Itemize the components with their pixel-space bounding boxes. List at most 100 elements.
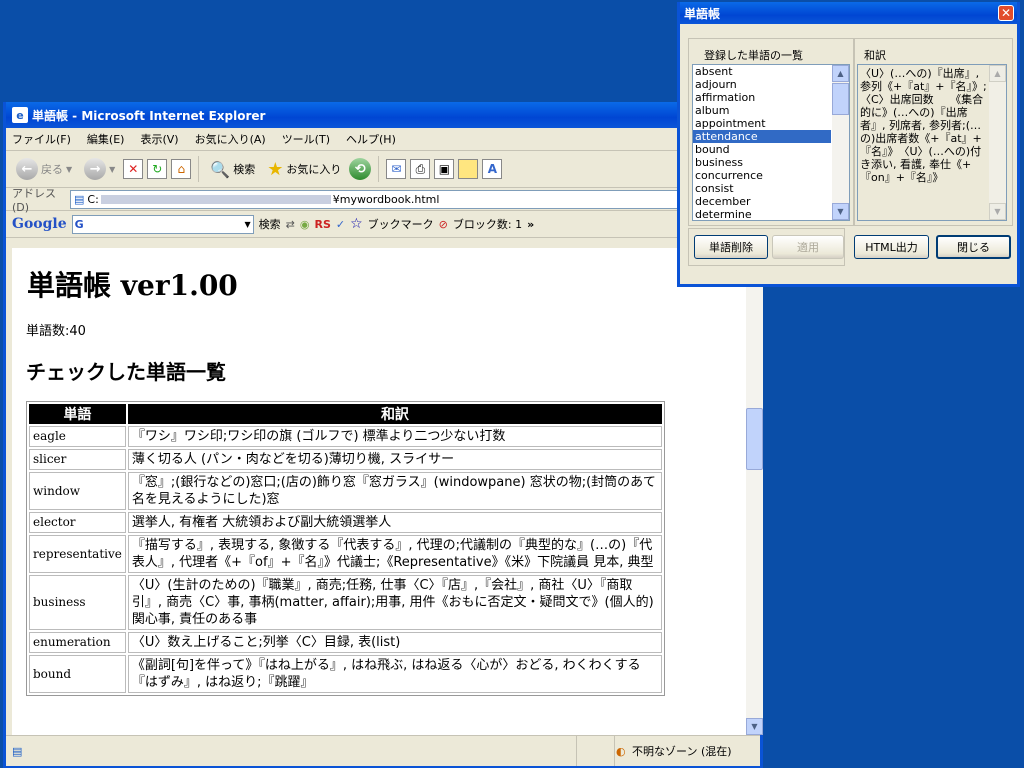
word-cell: elector <box>29 512 126 533</box>
rs-button[interactable]: RS <box>314 218 330 231</box>
list-item[interactable]: concurrence <box>693 169 831 182</box>
ie-titlebar[interactable]: e 単語帳 - Microsoft Internet Explorer <box>6 102 760 128</box>
meaning-cell: 〈U〉(生計のための)『職業』, 商売;任務, 仕事〈C〉『店』,『会社』, 商… <box>127 575 662 630</box>
status-bar: ▤ ◐ 不明なゾーン (混在) <box>6 735 760 766</box>
standard-toolbar: ← 戻る ▼ → ▼ ✕ ↻ ⌂ 🔍 検索 ★ お気に入り ⟲ ✉ ⎙ ▣ A <box>6 151 760 188</box>
list-label: 登録した単語の一覧 <box>702 47 805 63</box>
meaning-cell: 〈U〉数え上げること;列挙〈C〉目録, 表(list) <box>127 632 662 653</box>
google-search-button[interactable]: 検索 <box>259 216 281 232</box>
close-icon[interactable]: ✕ <box>998 5 1014 21</box>
translation-scrollbar[interactable]: ▲ ▼ <box>989 65 1006 220</box>
list-item[interactable]: album <box>693 104 831 117</box>
pagerank-icon[interactable]: ◉ <box>300 218 310 231</box>
forward-button[interactable]: → ▼ <box>80 158 119 180</box>
menu-edit[interactable]: 編集(E) <box>87 131 125 147</box>
list-item-selected[interactable]: attendance <box>693 130 831 143</box>
apply-button[interactable]: 適用 <box>772 235 844 259</box>
list-scrollbar[interactable]: ▲ ▼ <box>832 65 849 220</box>
scroll-down-icon[interactable]: ▼ <box>746 718 763 735</box>
menu-tools[interactable]: ツール(T) <box>282 131 330 147</box>
meaning-cell: 《副詞[句]を伴って》『はね上がる』, はね飛ぶ, はね返る〈心が〉おどる, わ… <box>127 655 662 693</box>
delete-word-button[interactable]: 単語削除 <box>694 235 768 259</box>
back-arrow-icon: ← <box>16 158 38 180</box>
menu-favorites[interactable]: お気に入り(A) <box>195 131 266 147</box>
list-item[interactable]: adjourn <box>693 78 831 91</box>
ie-title: 単語帳 - Microsoft Internet Explorer <box>32 108 266 123</box>
blurred-path <box>100 194 331 204</box>
list-item[interactable]: business <box>693 156 831 169</box>
word-listbox[interactable]: absent adjourn affirmation album appoint… <box>692 64 850 221</box>
popup-block-count[interactable]: ブロック数: 1 <box>453 216 522 232</box>
refresh-icon[interactable]: ↻ <box>147 159 168 179</box>
list-item[interactable]: absent <box>693 65 831 78</box>
font-size-icon[interactable]: A <box>482 159 503 179</box>
status-divider <box>614 736 615 766</box>
table-row: slicer 薄く切る人 (パン・肉などを切る)薄切り機, スライサー <box>29 449 662 470</box>
address-bar: アドレス(D) ▤ C: ¥mywordbook.html <box>6 186 760 214</box>
menu-file[interactable]: ファイル(F) <box>12 131 71 147</box>
list-scroll-down-icon[interactable]: ▼ <box>832 203 849 220</box>
ie-window: e 単語帳 - Microsoft Internet Explorer ファイル… <box>3 102 763 768</box>
toolbar-separator <box>378 156 380 182</box>
google-options-icon[interactable]: ⇄ <box>286 218 295 231</box>
favorites-button[interactable]: ★ お気に入り <box>263 159 345 180</box>
popup-blocker-icon: ⊘ <box>438 217 448 231</box>
history-icon[interactable]: ⟲ <box>349 158 372 180</box>
list-item[interactable]: determine <box>693 208 831 220</box>
status-page-icon: ▤ <box>12 744 23 758</box>
list-item[interactable]: december <box>693 195 831 208</box>
google-dropdown-icon[interactable]: ▼ <box>245 220 251 229</box>
back-button[interactable]: ← 戻る ▼ <box>12 158 76 180</box>
bookmark-button[interactable]: ブックマーク <box>368 216 434 232</box>
word-cell: bound <box>29 655 126 693</box>
word-cell: slicer <box>29 449 126 470</box>
table-row: enumeration 〈U〉数え上げること;列挙〈C〉目録, 表(list) <box>29 632 662 653</box>
google-search-input[interactable]: G ▼ <box>71 214 254 234</box>
list-item[interactable]: bound <box>693 143 831 156</box>
address-suffix: ¥mywordbook.html <box>332 192 440 206</box>
address-label: アドレス(D) <box>12 186 56 214</box>
home-icon[interactable]: ⌂ <box>171 159 192 179</box>
edit-icon[interactable]: ▣ <box>434 159 455 179</box>
list-scroll-up-icon[interactable]: ▲ <box>832 65 849 82</box>
more-chevron-icon[interactable]: » <box>527 218 534 231</box>
dialog-titlebar[interactable]: 単語帳 ✕ <box>680 2 1017 24</box>
search-label: 検索 <box>233 163 256 176</box>
forward-dropdown-icon[interactable]: ▼ <box>109 165 115 174</box>
page-icon: ▤ <box>74 192 85 206</box>
address-prefix: C: <box>87 192 99 206</box>
google-g-icon: G <box>74 217 84 231</box>
menu-help[interactable]: ヘルプ(H) <box>346 131 396 147</box>
print-icon[interactable]: ⎙ <box>410 159 431 179</box>
word-cell: window <box>29 472 126 510</box>
mail-icon[interactable]: ✉ <box>386 159 407 179</box>
back-dropdown-icon[interactable]: ▼ <box>66 165 72 174</box>
table-row: elector 選挙人, 有権者 大統領および副大統領選挙人 <box>29 512 662 533</box>
dialog-title: 単語帳 <box>684 6 721 21</box>
table-row: representative 『描写する』, 表現する, 象徴する『代表する』, … <box>29 535 662 573</box>
wordbook-dialog: 単語帳 ✕ 登録した単語の一覧 absent adjourn affirmati… <box>677 2 1020 287</box>
list-scroll-thumb[interactable] <box>832 83 849 115</box>
stop-icon[interactable]: ✕ <box>123 159 144 179</box>
translation-label: 和訳 <box>862 47 888 63</box>
status-zone: 不明なゾーン (混在) <box>632 745 732 758</box>
html-output-button[interactable]: HTML出力 <box>854 235 929 259</box>
menu-view[interactable]: 表示(V) <box>140 131 178 147</box>
translation-scroll-up-icon[interactable]: ▲ <box>989 65 1006 82</box>
scroll-thumb[interactable] <box>746 408 763 470</box>
forward-arrow-icon: → <box>84 158 107 180</box>
address-input[interactable]: ▤ C: ¥mywordbook.html <box>70 189 700 209</box>
star-icon: ★ <box>267 158 284 180</box>
list-item[interactable]: appointment <box>693 117 831 130</box>
list-item[interactable]: affirmation <box>693 91 831 104</box>
translation-scroll-down-icon[interactable]: ▼ <box>989 203 1006 220</box>
page-scrollbar[interactable]: ▲ ▼ <box>746 248 763 735</box>
search-button[interactable]: 🔍 検索 <box>206 160 259 179</box>
spell-icon[interactable]: ✓ <box>336 218 345 231</box>
list-item[interactable]: consist <box>693 182 831 195</box>
back-label: 戻る <box>41 163 63 176</box>
translation-textbox[interactable]: 〈U〉(…への)『出席』, 参列《+『at』+『名』》;〈C〉出席回数 《集合的… <box>857 64 1007 221</box>
close-button[interactable]: 閉じる <box>936 235 1011 259</box>
note-icon[interactable] <box>458 159 479 179</box>
table-row: eagle 『ワシ』ワシ印;ワシ印の旗 (ゴルフで) 標準より二つ少ない打数 <box>29 426 662 447</box>
